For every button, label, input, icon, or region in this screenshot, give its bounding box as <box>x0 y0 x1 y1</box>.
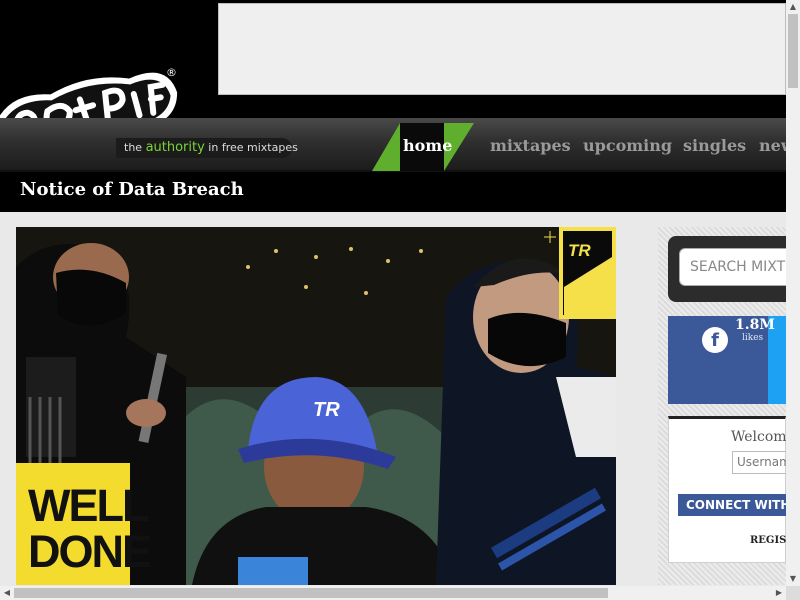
registered-mark: ® <box>166 66 177 79</box>
logo-tagline: the authority in free mixtapes <box>116 138 298 158</box>
page-title: Notice of Data Breach <box>20 179 244 200</box>
tagline-highlight: authority <box>145 140 205 155</box>
facebook-icon-glyph: f <box>711 330 719 351</box>
nav-singles[interactable]: singles <box>683 136 746 155</box>
tagline-pre: the <box>124 141 146 154</box>
nav-home[interactable]: home <box>403 136 452 155</box>
poster-text-line-1: WELL <box>28 480 149 531</box>
connect-facebook-button[interactable]: CONNECT WITH F <box>678 494 786 516</box>
corner-logo: TR <box>568 241 591 260</box>
poster-text: WELL DONE <box>28 480 152 577</box>
arrow-right-icon[interactable]: ▶ <box>772 586 786 600</box>
ad-banner[interactable] <box>218 3 786 95</box>
arrow-left-icon[interactable]: ◀ <box>0 586 14 600</box>
vertical-scroll-thumb[interactable] <box>788 14 798 88</box>
tagline-post: in free mixtapes <box>204 141 298 154</box>
scrollbar-corner <box>786 586 800 600</box>
hero-image[interactable]: WELL DONE TR TR <box>16 227 616 585</box>
nav-upcoming[interactable]: upcoming <box>583 136 672 155</box>
search-input[interactable]: SEARCH MIXT <box>679 248 786 286</box>
facebook-likes-label: likes <box>742 333 764 343</box>
poster-text-line-2: DONE <box>28 526 152 577</box>
horizontal-scroll-thumb[interactable] <box>14 588 608 598</box>
cap-logo: TR <box>313 399 340 421</box>
arrow-down-icon[interactable]: ▼ <box>786 572 800 586</box>
arrow-up-icon[interactable]: ▲ <box>786 0 800 14</box>
facebook-count: 1.8M <box>735 317 775 333</box>
nav-mixtapes[interactable]: mixtapes <box>490 136 571 155</box>
username-field[interactable]: Usernam <box>732 451 786 474</box>
